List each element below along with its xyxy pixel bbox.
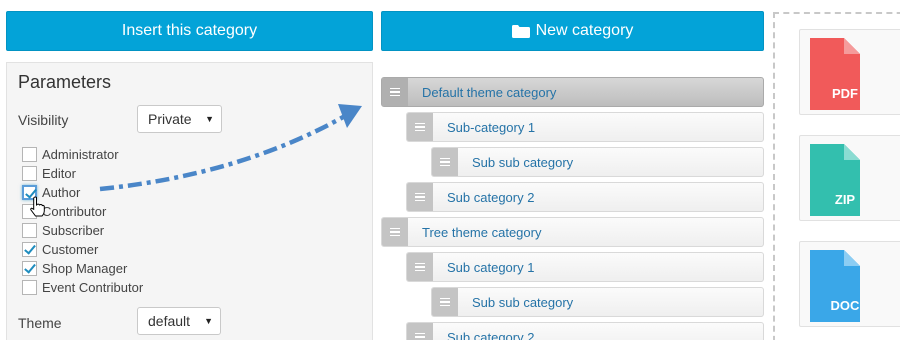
hand-cursor-icon [30, 196, 45, 217]
drag-arrow-icon [99, 104, 362, 192]
